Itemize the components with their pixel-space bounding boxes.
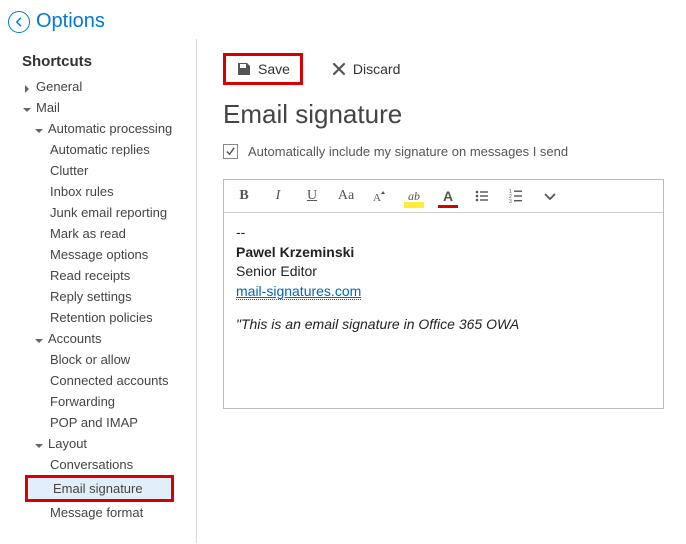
sidebar-item-junk[interactable]: Junk email reporting [0, 202, 196, 223]
sidebar-item-auto-processing[interactable]: Automatic processing [0, 118, 196, 139]
chevron-down-icon [542, 188, 558, 204]
discard-button[interactable]: Discard [325, 58, 406, 80]
sig-link[interactable]: mail-signatures.com [236, 283, 361, 300]
nav-label: Inbox rules [50, 184, 114, 199]
sidebar-item-mark-read[interactable]: Mark as read [0, 223, 196, 244]
svg-text:A: A [373, 192, 381, 204]
more-formatting-button[interactable] [540, 186, 560, 206]
font-grow-button[interactable]: A [370, 186, 390, 206]
caret-down-icon [22, 103, 32, 113]
highlight-button[interactable]: ab [404, 186, 424, 206]
editor-toolbar: B I U Aa A ab A 123 [224, 180, 663, 213]
page-header-title: Options [36, 10, 105, 33]
sidebar-item-email-signature[interactable]: Email signature [28, 478, 171, 499]
save-button[interactable]: Save [230, 58, 296, 80]
auto-include-checkbox[interactable] [223, 144, 238, 159]
sidebar-item-forwarding[interactable]: Forwarding [0, 391, 196, 412]
back-button[interactable] [8, 11, 30, 33]
annotation-highlight-save: Save [223, 53, 303, 85]
nav-label: Mail [36, 100, 60, 115]
arrow-left-icon [13, 16, 25, 28]
sidebar-item-connected[interactable]: Connected accounts [0, 370, 196, 391]
save-label: Save [258, 61, 290, 77]
nav-label: Conversations [50, 457, 133, 472]
svg-text:3: 3 [509, 199, 512, 204]
sig-name: Pawel Krzeminski [236, 243, 651, 263]
main-panel: Save Discard Email signature Automatical… [197, 39, 686, 543]
nav-label: Message options [50, 247, 148, 262]
sidebar-item-accounts[interactable]: Accounts [0, 328, 196, 349]
caret-down-icon [34, 124, 44, 134]
sidebar-item-layout[interactable]: Layout [0, 433, 196, 454]
nav-label: Forwarding [50, 394, 115, 409]
nav-label: Automatic replies [50, 142, 150, 157]
nav-label: Junk email reporting [50, 205, 167, 220]
sidebar-item-retention[interactable]: Retention policies [0, 307, 196, 328]
sidebar-item-general[interactable]: General [0, 76, 196, 97]
bold-button[interactable]: B [234, 186, 254, 206]
sidebar-item-msg-format[interactable]: Message format [0, 502, 196, 523]
nav-label: Clutter [50, 163, 88, 178]
sig-title: Senior Editor [236, 262, 651, 282]
sidebar-item-msg-options[interactable]: Message options [0, 244, 196, 265]
nav-label: Accounts [48, 331, 101, 346]
annotation-highlight-sidebar: Email signature [25, 475, 174, 502]
italic-button[interactable]: I [268, 186, 288, 206]
sidebar-item-block-allow[interactable]: Block or allow [0, 349, 196, 370]
save-icon [236, 61, 252, 77]
discard-label: Discard [353, 61, 400, 77]
checkbox-label: Automatically include my signature on me… [248, 144, 568, 159]
signature-editor: B I U Aa A ab A 123 -- Pawel Krzeminski … [223, 179, 664, 409]
page-title: Email signature [223, 99, 664, 130]
sidebar-item-clutter[interactable]: Clutter [0, 160, 196, 181]
font-size-button[interactable]: Aa [336, 186, 356, 206]
checkmark-icon [225, 146, 236, 157]
numbering-button[interactable]: 123 [506, 186, 526, 206]
caret-down-icon [34, 439, 44, 449]
nav-label: Mark as read [50, 226, 126, 241]
sidebar-item-reply-settings[interactable]: Reply settings [0, 286, 196, 307]
caret-right-icon [22, 82, 32, 92]
signature-textarea[interactable]: -- Pawel Krzeminski Senior Editor mail-s… [224, 213, 663, 345]
nav-label: Block or allow [50, 352, 130, 367]
close-icon [331, 61, 347, 77]
underline-button[interactable]: U [302, 186, 322, 206]
nav-label: POP and IMAP [50, 415, 138, 430]
sidebar-item-mail[interactable]: Mail [0, 97, 196, 118]
nav-label: Reply settings [50, 289, 132, 304]
sig-quote: "This is an email signature in Office 36… [236, 315, 651, 335]
sidebar-heading: Shortcuts [0, 49, 196, 76]
nav-label: Retention policies [50, 310, 153, 325]
nav-label: Message format [50, 505, 143, 520]
sidebar-item-auto-replies[interactable]: Automatic replies [0, 139, 196, 160]
sig-separator: -- [236, 223, 651, 243]
caret-down-icon [34, 334, 44, 344]
bullets-button[interactable] [472, 186, 492, 206]
nav-label: Layout [48, 436, 87, 451]
nav-label: Connected accounts [50, 373, 169, 388]
sidebar-item-pop-imap[interactable]: POP and IMAP [0, 412, 196, 433]
nav-label: Read receipts [50, 268, 130, 283]
sidebar-item-read-receipts[interactable]: Read receipts [0, 265, 196, 286]
sidebar: Shortcuts General Mail Automatic process… [0, 39, 196, 543]
sidebar-item-inbox-rules[interactable]: Inbox rules [0, 181, 196, 202]
nav-label: Email signature [53, 481, 143, 496]
sidebar-item-conversations[interactable]: Conversations [0, 454, 196, 475]
nav-label: General [36, 79, 82, 94]
font-color-button[interactable]: A [438, 186, 458, 206]
nav-label: Automatic processing [48, 121, 172, 136]
